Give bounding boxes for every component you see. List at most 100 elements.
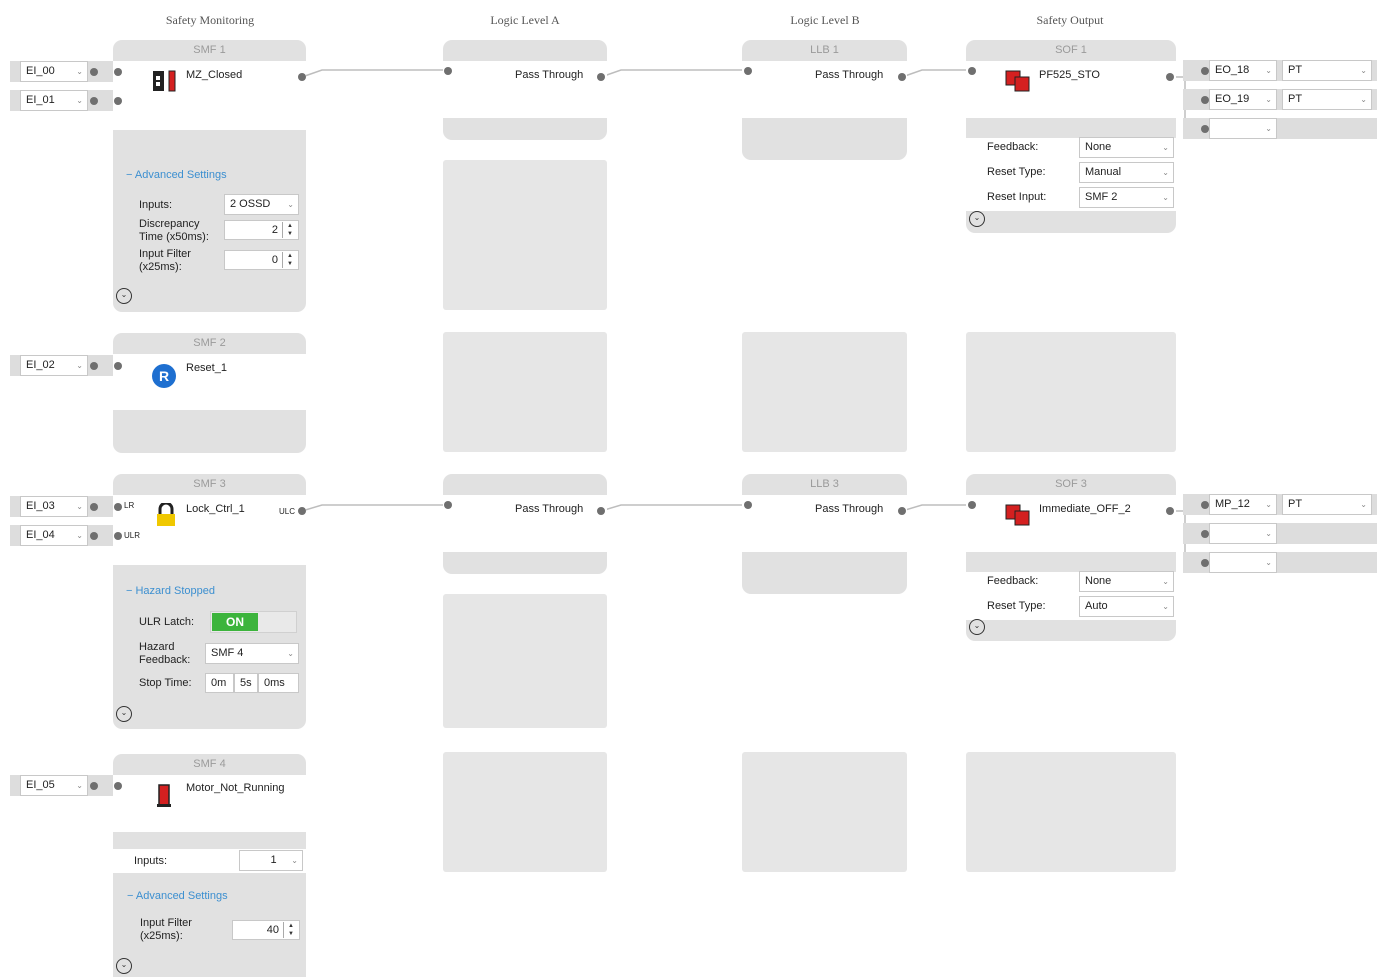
port-dot[interactable]	[1166, 73, 1174, 81]
smf1-filter-spinner[interactable]: 0 ▲ ▼	[224, 250, 299, 270]
empty-slot[interactable]	[966, 752, 1176, 872]
smf4-collapse-icon[interactable]: ⌄	[116, 958, 132, 974]
drive-stop-icon	[1005, 504, 1030, 526]
port-dot[interactable]	[898, 507, 906, 515]
output-type-select[interactable]: PT ⌄	[1282, 60, 1372, 81]
spin-arrows-icon[interactable]: ▲ ▼	[282, 222, 297, 238]
smf4-header: SMF 4	[193, 758, 226, 770]
smf1-discrepancy-spinner[interactable]: 2 ▲ ▼	[224, 220, 299, 240]
spin-arrows-icon[interactable]: ▲ ▼	[282, 252, 297, 268]
smf2-name: Reset_1	[186, 362, 227, 374]
sof1-reset-type-label: Reset Type:	[987, 166, 1046, 178]
port-dot	[114, 782, 122, 790]
smf1-header: SMF 1	[193, 44, 226, 56]
port-ulc-label: ULC	[279, 507, 296, 516]
smf1-discrepancy-label: Discrepancy Time (x50ms):	[139, 218, 209, 243]
input-select-ei02[interactable]: EI_02 ⌄	[20, 355, 88, 376]
smf1-name: MZ_Closed	[186, 69, 243, 81]
logic-canvas: Safety Monitoring Logic Level A Logic Le…	[0, 0, 1382, 977]
output-select-empty[interactable]: ⌄	[1209, 118, 1277, 139]
port-dot	[114, 532, 122, 540]
llb3-block[interactable]: LLB 3	[742, 474, 907, 594]
port-dot[interactable]	[898, 73, 906, 81]
empty-slot[interactable]	[443, 594, 607, 728]
stop-time-minutes[interactable]: 0m	[205, 673, 234, 693]
la1-block[interactable]	[443, 40, 607, 140]
la1-header	[443, 40, 607, 61]
sof3-reset-type-label: Reset Type:	[987, 600, 1046, 612]
empty-slot[interactable]	[742, 752, 907, 872]
input-select-ei05[interactable]: EI_05 ⌄	[20, 775, 88, 796]
smf3-hazard-stopped-toggle[interactable]: − Hazard Stopped	[126, 585, 215, 597]
port-dot	[90, 782, 98, 790]
port-dot[interactable]	[597, 507, 605, 515]
smf1-advanced-settings-toggle[interactable]: − Advanced Settings	[126, 169, 227, 181]
smf3-feedback-select[interactable]: SMF 4 ⌄	[205, 643, 299, 664]
empty-slot[interactable]	[443, 160, 607, 310]
sof1-feedback-label: Feedback:	[987, 141, 1039, 153]
port-dot	[744, 501, 752, 509]
stop-time-seconds[interactable]: 5s	[234, 673, 258, 693]
llb1-header: LLB 1	[810, 44, 839, 56]
smf1-inputs-select[interactable]: 2 OSSD ⌄	[224, 194, 299, 215]
input-select-ei03[interactable]: EI_03 ⌄	[20, 496, 88, 517]
port-dot	[1201, 501, 1209, 509]
output-type-select[interactable]: PT ⌄	[1282, 494, 1372, 515]
smf1-filter-label: Input Filter (x25ms):	[139, 248, 191, 273]
output-select-mp12[interactable]: MP_12 ⌄	[1209, 494, 1277, 515]
llb3-name: Pass Through	[815, 503, 884, 515]
input-select-ei00[interactable]: EI_00 ⌄	[20, 61, 88, 82]
port-dot	[114, 68, 122, 76]
port-dot	[1201, 67, 1209, 75]
smf4-inputs-select[interactable]: 1 ⌄	[239, 850, 303, 871]
column-header-safety-monitoring: Safety Monitoring	[165, 13, 255, 27]
stop-time-milliseconds[interactable]: 0ms	[258, 673, 299, 693]
column-header-logic-level-b: Logic Level B	[790, 13, 860, 27]
spin-arrows-icon[interactable]: ▲ ▼	[283, 922, 298, 938]
input-select-ei04[interactable]: EI_04 ⌄	[20, 525, 88, 546]
sof1-reset-input-select[interactable]: SMF 2 ⌄	[1079, 187, 1174, 208]
sof3-feedback-label: Feedback:	[987, 575, 1039, 587]
sof3-collapse-icon[interactable]: ⌄	[969, 619, 985, 635]
port-dot[interactable]	[298, 73, 306, 81]
port-dot	[114, 503, 122, 511]
drive-stop-icon	[1005, 70, 1030, 92]
port-lr-label: LR	[124, 501, 135, 510]
empty-slot[interactable]	[443, 332, 607, 452]
smf4-inputs-label: Inputs:	[134, 855, 168, 867]
output-type-select[interactable]: PT ⌄	[1282, 89, 1372, 110]
port-dot	[1201, 96, 1209, 104]
sof1-reset-input-label: Reset Input:	[987, 191, 1047, 203]
ulr-latch-toggle[interactable]: ON	[210, 611, 297, 633]
output-select-eo19[interactable]: EO_19 ⌄	[1209, 89, 1277, 110]
sof1-collapse-icon[interactable]: ⌄	[969, 211, 985, 227]
empty-slot[interactable]	[966, 332, 1176, 452]
output-select-empty[interactable]: ⌄	[1209, 523, 1277, 544]
la3-block[interactable]	[443, 474, 607, 574]
smf4-advanced-settings-toggle[interactable]: − Advanced Settings	[127, 890, 228, 902]
port-dot	[744, 67, 752, 75]
port-dot[interactable]	[1166, 507, 1174, 515]
smf3-header: SMF 3	[193, 478, 226, 490]
llb1-block[interactable]: LLB 1	[742, 40, 907, 160]
sof3-feedback-select[interactable]: None ⌄	[1079, 571, 1174, 592]
output-select-eo18[interactable]: EO_18 ⌄	[1209, 60, 1277, 81]
sof3-reset-type-select[interactable]: Auto ⌄	[1079, 596, 1174, 617]
smf2-block[interactable]: SMF 2	[113, 333, 306, 453]
input-select-ei01[interactable]: EI_01 ⌄	[20, 90, 88, 111]
sof1-reset-type-select[interactable]: Manual ⌄	[1079, 162, 1174, 183]
smf4-filter-label: Input Filter (x25ms):	[140, 917, 192, 942]
empty-slot[interactable]	[742, 332, 907, 452]
smf3-collapse-icon[interactable]: ⌄	[116, 706, 132, 722]
smf3-stop-label: Stop Time:	[139, 677, 192, 689]
sof1-feedback-select[interactable]: None ⌄	[1079, 137, 1174, 158]
smf4-filter-spinner[interactable]: 40 ▲ ▼	[232, 920, 300, 940]
sof1-name: PF525_STO	[1039, 69, 1100, 81]
output-select-empty[interactable]: ⌄	[1209, 552, 1277, 573]
port-dot[interactable]	[597, 73, 605, 81]
empty-slot[interactable]	[443, 752, 607, 872]
column-header-logic-level-a: Logic Level A	[490, 13, 560, 27]
smf1-collapse-icon[interactable]: ⌄	[116, 288, 132, 304]
port-dot[interactable]	[298, 507, 306, 515]
